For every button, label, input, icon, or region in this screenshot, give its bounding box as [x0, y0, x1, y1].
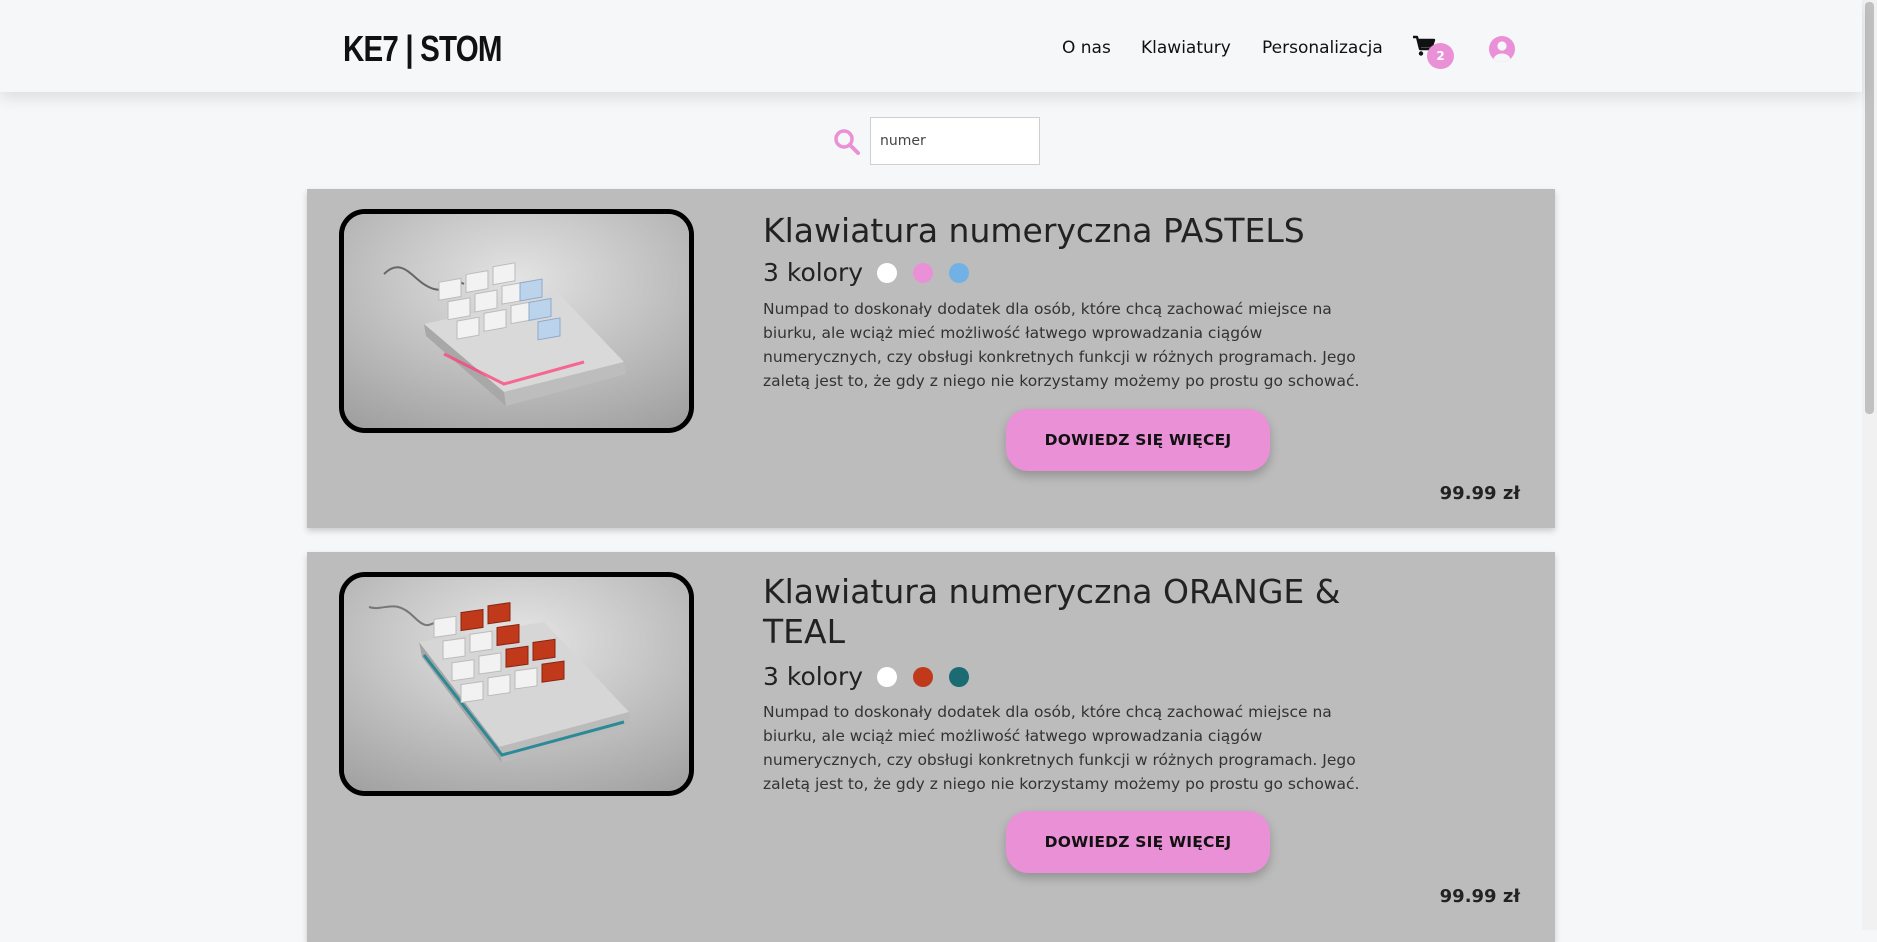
cart-count-badge: 2 — [1427, 43, 1454, 69]
search-icon[interactable] — [833, 128, 861, 156]
color-swatch-pink[interactable] — [913, 262, 934, 283]
product-title: Klawiatura numeryczna PASTELS — [763, 211, 1305, 250]
site-header: KE7 | STOM O nas Klawiatury Personalizac… — [0, 0, 1862, 92]
user-icon — [1489, 36, 1515, 62]
nav-link-o-nas[interactable]: O nas — [1062, 36, 1111, 60]
user-account-button[interactable] — [1489, 36, 1515, 62]
color-options: 3 kolory — [763, 662, 985, 691]
colors-count-label: 3 kolory — [763, 662, 864, 691]
color-swatch-orange[interactable] — [913, 666, 934, 687]
colors-count-label: 3 kolory — [763, 258, 864, 287]
product-price: 99.99 zł — [1439, 483, 1520, 504]
color-options: 3 kolory — [763, 258, 985, 287]
product-image[interactable] — [339, 209, 694, 433]
color-swatch-white[interactable] — [877, 262, 898, 283]
product-price: 99.99 zł — [1439, 886, 1520, 907]
nav-link-klawiatury[interactable]: Klawiatury — [1141, 36, 1231, 60]
learn-more-button[interactable]: DOWIEDZ SIĘ WIĘCEJ — [1006, 409, 1270, 471]
product-card: Klawiatura numeryczna ORANGE & TEAL 3 ko… — [307, 552, 1555, 942]
nav-link-personalizacja[interactable]: Personalizacja — [1262, 36, 1383, 60]
color-swatch-blue[interactable] — [949, 262, 970, 283]
learn-more-button[interactable]: DOWIEDZ SIĘ WIĘCEJ — [1006, 811, 1270, 873]
color-swatch-white[interactable] — [877, 666, 898, 687]
logo[interactable]: KE7 | STOM — [343, 28, 502, 70]
product-description: Numpad to doskonały dodatek dla osób, kt… — [763, 703, 1360, 793]
search-input[interactable] — [870, 117, 1040, 165]
scrollbar-thumb[interactable] — [1865, 2, 1874, 414]
scrollbar[interactable] — [1862, 0, 1877, 930]
product-title: Klawiatura numeryczna ORANGE & TEAL — [763, 572, 1341, 651]
cart-button[interactable]: 2 — [1410, 33, 1456, 69]
color-swatch-teal[interactable] — [949, 666, 970, 687]
product-card: Klawiatura numeryczna PASTELS 3 kolory N… — [307, 189, 1555, 528]
product-description: Numpad to doskonały dodatek dla osób, kt… — [763, 300, 1360, 390]
product-image[interactable] — [339, 572, 694, 796]
